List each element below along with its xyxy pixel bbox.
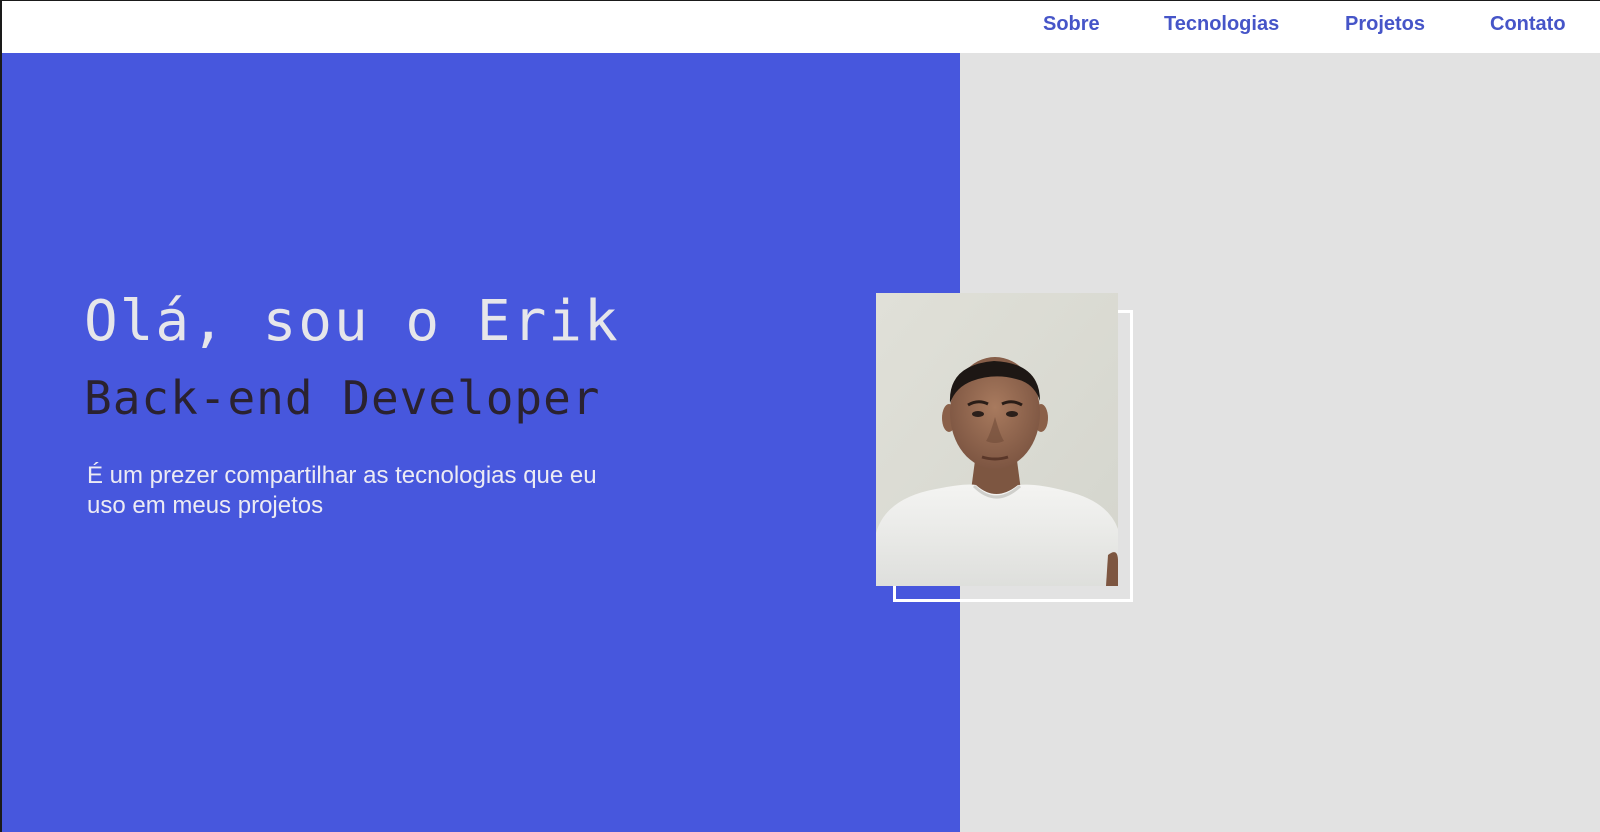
page: Sobre Tecnologias Projetos Contato Olá, … xyxy=(0,0,1600,832)
profile-photo xyxy=(876,293,1118,586)
hero-tagline: É um prezer compartilhar as tecnologias … xyxy=(87,462,597,519)
nav-link-contato[interactable]: Contato xyxy=(1490,13,1566,36)
nav-link-tecnologias[interactable]: Tecnologias xyxy=(1164,13,1279,36)
top-navbar: Sobre Tecnologias Projetos Contato xyxy=(2,1,1600,52)
hero-role-title: Back-end Developer xyxy=(84,371,601,425)
nav-link-projetos[interactable]: Projetos xyxy=(1345,13,1425,36)
hero-greeting: Olá, sou o Erik xyxy=(84,289,620,354)
hero-accent-panel xyxy=(2,53,960,832)
nav-link-sobre[interactable]: Sobre xyxy=(1043,13,1100,36)
